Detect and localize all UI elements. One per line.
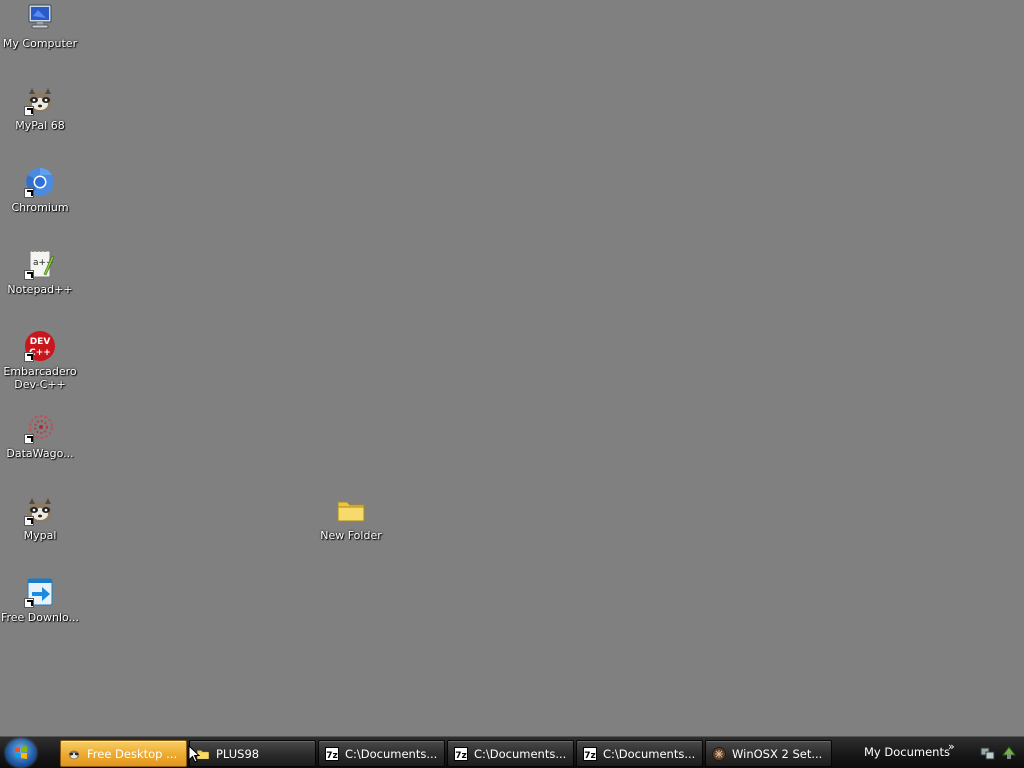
desktop-icon-label: My Computer xyxy=(2,37,78,50)
svg-text:DEV: DEV xyxy=(30,337,51,347)
taskbar-button-plus98[interactable]: PLUS98 xyxy=(189,740,316,767)
taskbar-button-winosx-setup[interactable]: WinOSX 2 Set... xyxy=(705,740,832,767)
mypal-icon xyxy=(24,84,56,116)
taskbar-button-label: C:\Documents... xyxy=(345,746,438,761)
mypal-icon xyxy=(24,494,56,526)
7zip-icon: 7z xyxy=(325,746,339,761)
desktop-icon-datawagon[interactable]: DataWago... xyxy=(0,412,80,460)
dev-cpp-icon: DEV C++ xyxy=(24,330,56,362)
shortcut-arrow-icon xyxy=(24,352,34,362)
shortcut-arrow-icon xyxy=(24,270,34,280)
shortcut-arrow-icon xyxy=(24,516,34,526)
svg-text:7z: 7z xyxy=(326,751,338,761)
datawagon-icon xyxy=(24,412,56,444)
shortcut-arrow-icon xyxy=(24,598,34,608)
desktop[interactable]: My Computer MyPal 68 Chromium a++ Notepa… xyxy=(0,0,1024,736)
desktop-icon-dev-cpp[interactable]: DEV C++ Embarcadero Dev-C++ xyxy=(0,330,80,391)
winosx-icon xyxy=(712,746,726,761)
shortcut-arrow-icon xyxy=(24,106,34,116)
desktop-icon-label: MyPal 68 xyxy=(15,119,65,132)
svg-text:7z: 7z xyxy=(455,751,467,761)
taskbar-button-label: Free Desktop ... xyxy=(87,746,178,761)
shortcut-arrow-icon xyxy=(24,434,34,444)
folder-icon xyxy=(335,494,367,526)
taskbar-button-free-desktop[interactable]: Free Desktop ... xyxy=(60,740,187,767)
safely-remove-hardware-icon[interactable] xyxy=(1000,743,1018,765)
desktop-icon-label: Mypal xyxy=(23,529,57,542)
desktop-icon-label: DataWago... xyxy=(6,447,74,460)
notepad-plus-plus-icon: a++ xyxy=(24,248,56,280)
desktop-icon-notepad-plus-plus[interactable]: a++ Notepad++ xyxy=(0,248,80,296)
system-tray xyxy=(978,743,1022,763)
taskbar-button-documents-3[interactable]: 7z C:\Documents... xyxy=(576,740,703,767)
7zip-icon: 7z xyxy=(454,746,468,761)
shortcut-arrow-icon xyxy=(24,188,34,198)
taskbar-button-label: PLUS98 xyxy=(216,746,260,761)
svg-text:7z: 7z xyxy=(584,751,596,761)
network-icon[interactable] xyxy=(980,743,996,765)
taskbar: Free Desktop ... PLUS98 7z C:\Documents.… xyxy=(0,736,1024,768)
desktop-icon-label: Free Downlo... xyxy=(0,611,80,624)
desktop-icon-label: Notepad++ xyxy=(7,283,73,296)
taskbar-button-documents-2[interactable]: 7z C:\Documents... xyxy=(447,740,574,767)
free-download-manager-icon xyxy=(24,576,56,608)
chromium-icon xyxy=(24,166,56,198)
taskbar-button-label: WinOSX 2 Set... xyxy=(732,746,823,761)
computer-icon xyxy=(24,2,56,34)
windows-logo-icon xyxy=(15,746,27,759)
desktop-icon-mypal[interactable]: Mypal xyxy=(0,494,80,542)
my-documents-toolbar[interactable]: My Documents xyxy=(864,745,950,759)
taskbar-button-label: C:\Documents... xyxy=(603,746,696,761)
mouse-cursor-icon xyxy=(188,745,200,763)
desktop-icon-label: New Folder xyxy=(320,529,382,542)
desktop-icon-mypal-68[interactable]: MyPal 68 xyxy=(0,84,80,132)
taskbar-button-documents-1[interactable]: 7z C:\Documents... xyxy=(318,740,445,767)
mypal-icon xyxy=(67,747,81,761)
desktop-icon-free-download-manager[interactable]: Free Downlo... xyxy=(0,576,80,624)
desktop-icon-label: Embarcadero Dev-C++ xyxy=(3,365,77,391)
start-button[interactable] xyxy=(6,739,36,767)
desktop-icon-new-folder[interactable]: New Folder xyxy=(311,494,391,542)
taskbar-button-label: C:\Documents... xyxy=(474,746,567,761)
7zip-icon: 7z xyxy=(583,746,597,761)
desktop-icon-chromium[interactable]: Chromium xyxy=(0,166,80,214)
desktop-icon-my-computer[interactable]: My Computer xyxy=(0,2,80,50)
toolbar-chevron-icon[interactable]: » xyxy=(948,740,955,753)
desktop-icon-label: Chromium xyxy=(11,201,69,214)
